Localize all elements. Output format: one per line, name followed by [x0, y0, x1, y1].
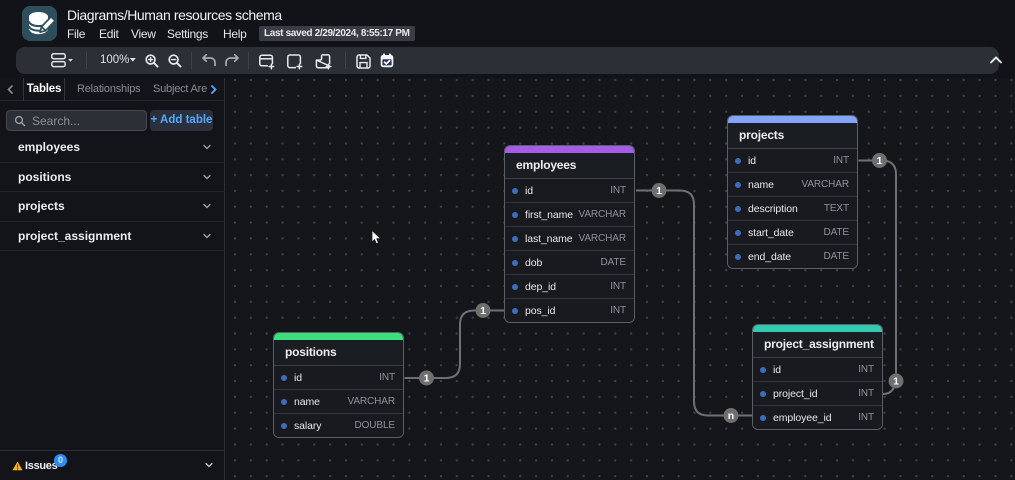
svg-text:1: 1 — [877, 155, 883, 167]
svg-text:1: 1 — [480, 305, 486, 317]
svg-text:1: 1 — [656, 185, 662, 197]
svg-text:n: n — [728, 410, 734, 422]
svg-text:1: 1 — [893, 376, 899, 388]
svg-text:1: 1 — [424, 373, 430, 385]
